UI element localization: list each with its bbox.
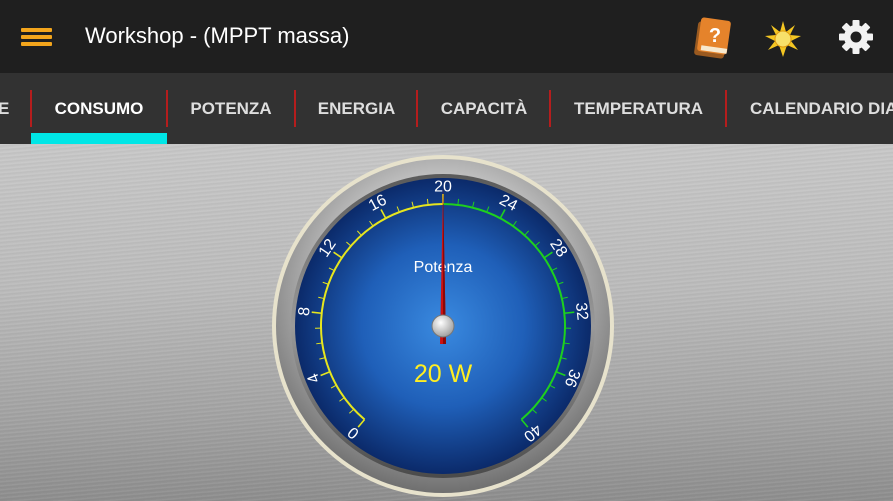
tick-label-32: 32 xyxy=(572,302,591,322)
active-tab-indicator xyxy=(31,133,167,144)
tab-divider xyxy=(725,90,727,127)
svg-text:?: ? xyxy=(709,25,721,47)
tab-energia[interactable]: ENERGIA xyxy=(296,73,417,144)
app-bar: Workshop - (MPPT massa) ? xyxy=(0,0,893,73)
help-book-icon[interactable]: ? xyxy=(690,14,736,60)
tab-temperatura[interactable]: TEMPERATURA xyxy=(551,73,726,144)
power-gauge: 0481216202428323640 Potenza 20 W xyxy=(272,155,614,497)
tab-e[interactable]: E xyxy=(0,73,9,144)
hamburger-menu-icon[interactable] xyxy=(21,28,52,46)
tab-calendario-dia[interactable]: CALENDARIO DIA xyxy=(750,73,893,144)
gauge-reading: 20 W xyxy=(414,360,473,388)
brightness-icon[interactable] xyxy=(763,19,803,59)
page-title: Workshop - (MPPT massa) xyxy=(85,23,350,48)
tick-label-8: 8 xyxy=(296,306,314,317)
tab-capacita[interactable]: CAPACITÀ xyxy=(418,73,550,144)
needle-hub xyxy=(431,314,455,338)
tab-potenza[interactable]: POTENZA xyxy=(167,73,295,144)
gear-icon[interactable] xyxy=(838,19,874,55)
